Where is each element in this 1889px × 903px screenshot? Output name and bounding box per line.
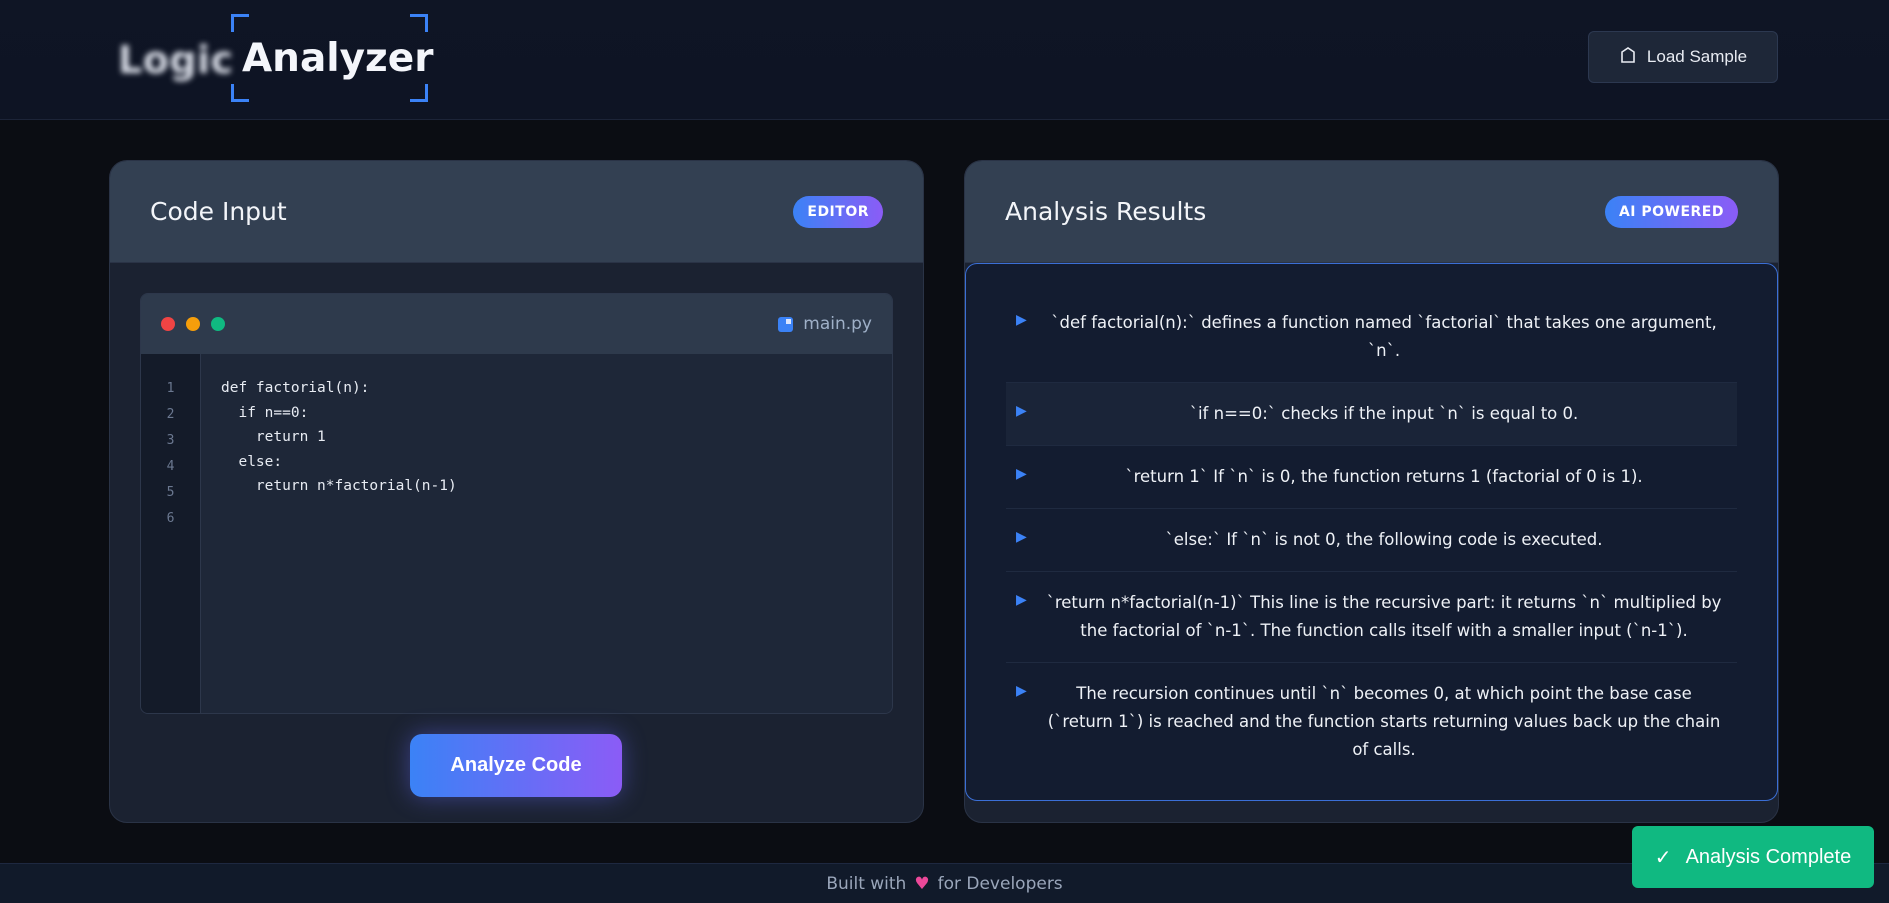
code-line: return 1 — [221, 429, 326, 445]
result-item: ▶ `def factorial(n):` defines a function… — [1006, 292, 1737, 383]
result-text: `def factorial(n):` defines a function n… — [1051, 313, 1717, 360]
result-item: ▶ `if n==0:` checks if the input `n` is … — [1006, 383, 1737, 446]
check-icon: ✓ — [1654, 846, 1672, 869]
line-number-gutter: 1 2 3 4 5 6 — [141, 354, 201, 713]
play-arrow-icon: ▶ — [1016, 312, 1027, 328]
code-input-panel: Code Input EDITOR main.py 1 2 3 4 5 6 de… — [109, 160, 924, 823]
window-controls — [161, 317, 225, 331]
code-line: else: — [221, 453, 283, 470]
logo: Logic Analyzer — [118, 14, 438, 102]
file-icon — [778, 316, 794, 332]
minimize-dot — [186, 317, 200, 331]
logo-word-logic: Logic — [118, 38, 234, 82]
play-arrow-icon: ▶ — [1016, 592, 1027, 608]
heart-icon: ♥ — [914, 873, 930, 894]
editor-badge: EDITOR — [793, 195, 883, 228]
load-sample-label: Load Sample — [1646, 47, 1748, 66]
line-number: 6 — [166, 511, 175, 526]
logo-word-analyzer: Analyzer — [242, 36, 434, 81]
toast-label: Analysis Complete — [1685, 845, 1852, 868]
results-list: ▶ `def factorial(n):` defines a function… — [965, 263, 1778, 801]
result-text: `return n*factorial(n-1)` This line is t… — [1046, 593, 1722, 640]
filename: main.py — [803, 314, 872, 334]
result-text: `if n==0:` checks if the input `n` is eq… — [1189, 404, 1579, 423]
result-item: ▶ `return n*factorial(n-1)` This line is… — [1006, 572, 1737, 663]
close-dot — [161, 317, 175, 331]
result-item: ▶ `return 1` If `n` is 0, the function r… — [1006, 446, 1737, 509]
result-item: ▶ The recursion continues until `n` beco… — [1006, 663, 1737, 781]
line-number: 1 — [166, 381, 175, 396]
logo-bracket-top-right — [410, 14, 428, 32]
play-arrow-icon: ▶ — [1016, 683, 1027, 699]
analysis-complete-toast[interactable]: ✓ Analysis Complete — [1632, 826, 1874, 888]
footer-suffix: for Developers — [937, 873, 1063, 894]
footer-prefix: Built with — [826, 873, 907, 894]
box-icon — [1619, 46, 1637, 69]
line-number: 3 — [166, 433, 175, 448]
code-line: def factorial(n): — [221, 380, 370, 396]
play-arrow-icon: ▶ — [1016, 529, 1027, 545]
result-text: `else:` If `n` is not 0, the following c… — [1165, 530, 1603, 549]
result-text: `return 1` If `n` is 0, the function ret… — [1125, 467, 1643, 486]
file-tab: main.py — [778, 314, 872, 334]
load-sample-button[interactable]: Load Sample — [1588, 31, 1778, 83]
results-panel-header: Analysis Results AI POWERED — [965, 161, 1778, 263]
line-number: 2 — [166, 407, 175, 422]
code-line: if n==0: — [221, 404, 309, 421]
analyze-code-button[interactable]: Analyze Code — [410, 734, 622, 797]
code-line: return n*factorial(n-1) — [221, 478, 457, 494]
play-arrow-icon: ▶ — [1016, 403, 1027, 419]
editor-titlebar: main.py — [141, 294, 892, 354]
logo-bracket-bottom-right — [410, 84, 428, 102]
logo-bracket-top-left — [231, 14, 249, 32]
line-number: 5 — [166, 485, 175, 500]
panel-title: Analysis Results — [1005, 197, 1207, 226]
line-number: 4 — [166, 459, 175, 474]
page-footer: Built with ♥ for Developers — [0, 863, 1889, 903]
code-editor: main.py 1 2 3 4 5 6 def factorial(n): if… — [140, 293, 893, 714]
play-arrow-icon: ▶ — [1016, 466, 1027, 482]
panel-title: Code Input — [150, 197, 287, 226]
analysis-results-panel: Analysis Results AI POWERED ▶ `def facto… — [964, 160, 1779, 823]
app-header: Logic Analyzer Load Sample — [0, 0, 1889, 120]
code-area: 1 2 3 4 5 6 def factorial(n): if n==0: r… — [141, 354, 892, 713]
ai-powered-badge: AI POWERED — [1604, 195, 1738, 228]
code-textarea[interactable]: def factorial(n): if n==0: return 1 else… — [201, 354, 892, 713]
result-text: The recursion continues until `n` become… — [1047, 684, 1721, 759]
result-item: ▶ `else:` If `n` is not 0, the following… — [1006, 509, 1737, 572]
maximize-dot — [211, 317, 225, 331]
logo-bracket-bottom-left — [231, 84, 249, 102]
code-panel-header: Code Input EDITOR — [110, 161, 923, 263]
